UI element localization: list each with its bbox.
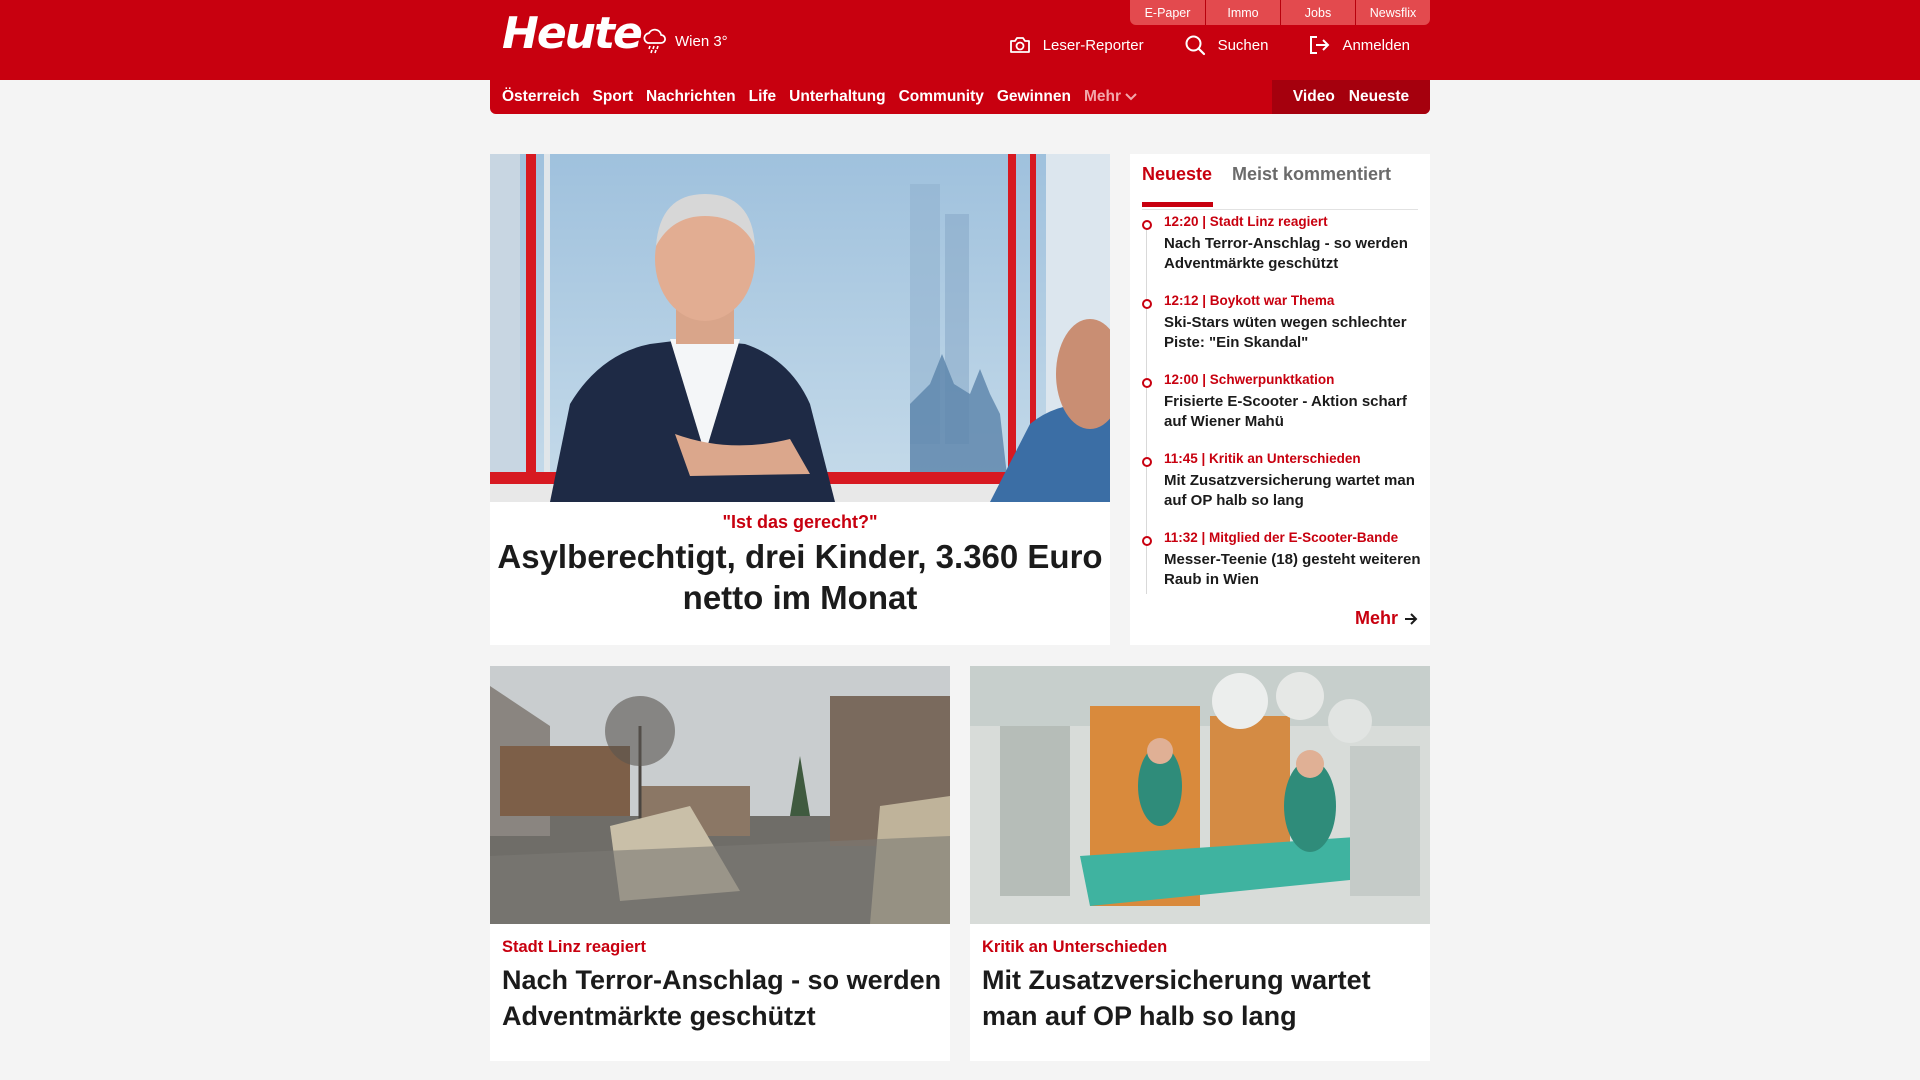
timeline-meta: 11:45 | Kritik an Unterschieden	[1164, 451, 1361, 466]
timeline-dot-icon	[1142, 378, 1152, 388]
header-inner: Heute Wien 3° E-Paper Immo Jobs Newsflix	[490, 0, 1430, 80]
timeline-dot-icon	[1142, 536, 1152, 546]
timeline-dot-icon	[1142, 457, 1152, 467]
nav-more-label: Mehr	[1083, 88, 1121, 105]
utility-link-jobs[interactable]: Jobs	[1280, 0, 1355, 25]
weather-widget[interactable]: Wien 3°	[641, 28, 728, 54]
timeline-title[interactable]: Nach Terror-Anschlag - so werden Adventm…	[1164, 234, 1422, 274]
chevron-down-icon	[1125, 93, 1137, 101]
christmas-market-photo	[490, 666, 950, 924]
utility-link-epaper[interactable]: E-Paper	[1130, 0, 1205, 25]
operating-room-photo	[970, 666, 1430, 924]
hero-image[interactable]	[490, 154, 1110, 502]
timeline-title[interactable]: Ski-Stars wüten wegen schlechter Piste: …	[1164, 313, 1422, 353]
arrow-right-icon	[1405, 612, 1418, 625]
login-icon	[1310, 36, 1330, 54]
card-image[interactable]	[490, 666, 950, 924]
hero-kicker: "Ist das gerecht?"	[722, 512, 878, 532]
utility-links: E-Paper Immo Jobs Newsflix	[1130, 0, 1430, 25]
heute-logo[interactable]: Heute	[502, 12, 643, 56]
sidebar-more-label: Mehr	[1354, 608, 1398, 628]
nav-right-group: Video Neueste	[1272, 80, 1430, 114]
tab-neueste[interactable]: Neueste	[1142, 164, 1214, 207]
nav-item-oesterreich[interactable]: Österreich	[502, 88, 580, 106]
main-nav: Österreich Sport Nachrichten Life Unterh…	[490, 80, 1430, 114]
timeline-title[interactable]: Mit Zusatzversicherung wartet man auf OP…	[1164, 471, 1422, 511]
header-actions: Leser-Reporter Suchen Anmelden	[1009, 34, 1410, 56]
timeline-dot-icon	[1142, 220, 1152, 230]
card-image[interactable]	[970, 666, 1430, 924]
card-kicker: Stadt Linz reagiert	[502, 938, 646, 956]
timeline-meta: 11:32 | Mitglied der E-Scooter-Bande	[1164, 530, 1399, 545]
weather-label: Wien 3°	[675, 32, 728, 50]
nav-item-nachrichten[interactable]: Nachrichten	[646, 88, 736, 106]
leser-reporter-label: Leser-Reporter	[1042, 36, 1144, 54]
login-label: Anmelden	[1342, 36, 1410, 54]
latest-sidebar: Neueste Meist kommentiert 12:20 | Stadt …	[1130, 154, 1430, 645]
hero-photo-illustration	[490, 154, 1110, 502]
login-button[interactable]: Anmelden	[1308, 34, 1410, 56]
nav-item-community[interactable]: Community	[899, 88, 984, 106]
nav-item-video[interactable]: Video	[1293, 88, 1335, 106]
timeline-meta: 12:12 | Boykott war Thema	[1164, 293, 1335, 308]
utility-link-immo[interactable]: Immo	[1205, 0, 1280, 25]
nav-links: Österreich Sport Nachrichten Life Unterh…	[502, 80, 1137, 114]
article-card[interactable]: Kritik an Unterschieden Mit Zusatzversic…	[970, 666, 1430, 1061]
rain-cloud-icon	[643, 28, 666, 54]
tab-meist-kommentiert[interactable]: Meist kommentiert	[1232, 164, 1391, 185]
card-kicker: Kritik an Unterschieden	[982, 938, 1168, 956]
leser-reporter-button[interactable]: Leser-Reporter	[1009, 34, 1144, 56]
article-card[interactable]: Stadt Linz reagiert Nach Terror-Anschlag…	[490, 666, 950, 1061]
search-button[interactable]: Suchen	[1184, 34, 1269, 56]
site-header: Heute Wien 3° E-Paper Immo Jobs Newsflix	[0, 0, 1920, 80]
nav-item-neueste[interactable]: Neueste	[1349, 88, 1409, 106]
timeline-dot-icon	[1142, 299, 1152, 309]
camera-icon	[1009, 37, 1030, 53]
search-label: Suchen	[1217, 36, 1269, 54]
card-headline[interactable]: Mit Zusatzversicherung wartet man auf OP…	[982, 962, 1422, 1034]
sidebar-more-link[interactable]: Mehr	[1355, 608, 1418, 629]
utility-link-newsflix[interactable]: Newsflix	[1355, 0, 1430, 25]
nav-item-gewinnen[interactable]: Gewinnen	[997, 88, 1071, 106]
timeline-title[interactable]: Messer-Teenie (18) gesteht weiteren Raub…	[1164, 550, 1422, 590]
nav-item-life[interactable]: Life	[749, 88, 777, 106]
timeline-meta: 12:20 | Stadt Linz reagiert	[1164, 214, 1328, 229]
nav-item-sport[interactable]: Sport	[593, 88, 633, 106]
hero-headline[interactable]: Asylberechtigt, drei Kinder, 3.360 Euro …	[490, 536, 1110, 618]
card-headline[interactable]: Nach Terror-Anschlag - so werden Adventm…	[502, 962, 942, 1034]
nav-item-unterhaltung[interactable]: Unterhaltung	[789, 88, 885, 106]
sidebar-tabs: Neueste Meist kommentiert	[1142, 164, 1418, 210]
nav-more-button[interactable]: Mehr	[1084, 88, 1137, 106]
timeline-meta: 12:00 | Schwerpunktkation	[1164, 372, 1335, 387]
hero-article[interactable]: "Ist das gerecht?" Asylberechtigt, drei …	[490, 154, 1110, 645]
timeline-title[interactable]: Frisierte E-Scooter - Aktion scharf auf …	[1164, 392, 1422, 432]
search-icon	[1185, 35, 1205, 56]
